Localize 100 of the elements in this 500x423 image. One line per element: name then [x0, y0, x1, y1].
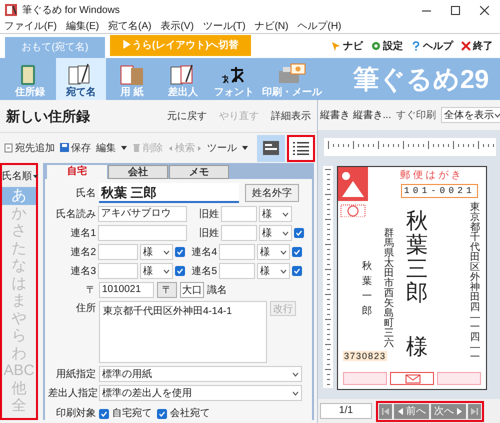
- document-icon: [4, 143, 13, 153]
- trash-icon: [132, 143, 141, 153]
- menu-item[interactable]: 表示(V): [160, 20, 194, 33]
- checkbox[interactable]: [157, 408, 167, 418]
- maximize-icon: [451, 6, 460, 14]
- print-button[interactable]: すぐ印刷: [396, 108, 436, 122]
- action-link[interactable]: 詳細表示: [271, 108, 311, 124]
- caret-icon: [282, 212, 289, 216]
- select-field[interactable]: 様: [259, 225, 292, 241]
- close-icon: [480, 6, 489, 14]
- checkbox[interactable]: [99, 408, 109, 418]
- input-field[interactable]: [219, 263, 255, 279]
- field-label: 住所: [75, 302, 96, 316]
- menu-item[interactable]: ヘルプ(H): [297, 20, 342, 33]
- layout-button[interactable]: 縦書き 縦書き...: [320, 108, 392, 122]
- menu-item[interactable]: ファイル(F): [4, 20, 57, 33]
- check-icon: [295, 229, 303, 237]
- address-textarea[interactable]: 東京都千代田区外神田4-14-1: [99, 301, 267, 363]
- select-field[interactable]: 様: [140, 244, 173, 260]
- check-icon: [293, 267, 301, 275]
- caret-icon: [292, 390, 299, 396]
- sender-postal-code: 3730823: [343, 351, 388, 361]
- sort-dropdown[interactable]: 氏名順: [2, 165, 36, 187]
- field-label: 差出人指定: [48, 386, 96, 400]
- check-icon: [176, 248, 184, 256]
- pattern-strip-drawing: [437, 372, 481, 385]
- menu-item[interactable]: ツール(T): [202, 20, 246, 33]
- caret-icon: [282, 230, 289, 236]
- recipient-address: 東京都千代田区外神田四―一四―一: [470, 203, 480, 363]
- gaiji-button[interactable]: 姓名外字: [245, 184, 299, 202]
- menu-item[interactable]: ナビ(N): [254, 20, 288, 33]
- input-field[interactable]: [98, 244, 138, 260]
- check-icon: [293, 248, 301, 256]
- toolbar-button[interactable]: 宛て名: [56, 58, 106, 100]
- first-page-icon: [382, 406, 389, 416]
- checkbox-label: 自宅宛て: [112, 406, 152, 421]
- input-field[interactable]: [221, 225, 257, 241]
- honorific: 様: [406, 335, 428, 359]
- form-tab[interactable]: 自宅: [47, 165, 107, 179]
- form-tab[interactable]: メモ: [169, 165, 229, 179]
- checkbox[interactable]: [175, 247, 185, 257]
- input-field[interactable]: [98, 225, 187, 241]
- select-field[interactable]: 様: [257, 263, 290, 279]
- field-label: 用紙指定: [55, 368, 96, 382]
- field-label: 連名2: [69, 246, 96, 260]
- checkbox[interactable]: [294, 228, 304, 238]
- form-tab[interactable]: 会社: [108, 165, 168, 179]
- select-field[interactable]: 標準の用紙: [99, 366, 302, 382]
- sender-name: 秋葉一郎: [362, 260, 372, 319]
- check-icon: [176, 267, 184, 275]
- input-field[interactable]: アキバサブロウ: [98, 206, 187, 222]
- input-field[interactable]: [98, 263, 138, 279]
- checkbox-label: 会社宛て: [170, 406, 210, 421]
- input-field[interactable]: [221, 206, 257, 222]
- printer-mail-icon: [277, 62, 307, 86]
- postal-lookup-button[interactable]: 〒: [157, 282, 177, 298]
- field-label: 氏名読み: [55, 208, 96, 222]
- caret-icon: [280, 268, 287, 274]
- select-field[interactable]: 全体を表示: [441, 107, 500, 123]
- toolbar-button[interactable]: ツール: [207, 140, 248, 156]
- check-icon: [158, 410, 166, 418]
- postcard-caption: 郵 便 は が き: [400, 171, 462, 181]
- field-label: 旧姓: [198, 226, 219, 240]
- input-field[interactable]: [219, 244, 255, 260]
- large-button[interactable]: 大口: [180, 282, 204, 298]
- checkbox[interactable]: [175, 266, 185, 276]
- checkbox[interactable]: [292, 247, 302, 257]
- left-arrow-icon: [168, 144, 173, 152]
- card-view-button[interactable]: [257, 134, 285, 162]
- envelope-stamp-drawing: [390, 372, 434, 385]
- select-field[interactable]: 様: [259, 206, 292, 222]
- toolbar-link[interactable]: ヘルプ: [411, 38, 453, 54]
- field-label: 連名1: [69, 226, 96, 240]
- checkbox[interactable]: [292, 266, 302, 276]
- menu-item[interactable]: 編集(E): [66, 20, 100, 33]
- postal-code: 101-0021: [401, 184, 478, 198]
- field-label: 連名5: [190, 264, 217, 278]
- help-icon: [411, 41, 421, 51]
- action-link[interactable]: 元に戻す: [167, 108, 207, 124]
- toolbar-link[interactable]: 設定: [371, 38, 403, 54]
- toolbar-button[interactable]: 編集: [96, 140, 127, 156]
- field-label: 識名: [207, 284, 227, 298]
- field-label: 連名3: [69, 264, 96, 278]
- field-label: 連名4: [190, 246, 217, 260]
- right-arrow-icon: [197, 144, 202, 152]
- select-field[interactable]: 様: [257, 244, 290, 260]
- toolbar-link[interactable]: ナビ: [331, 38, 363, 54]
- select-field[interactable]: 様: [140, 263, 173, 279]
- toolbar-button[interactable]: 宛先追加: [4, 140, 55, 156]
- toolbar-button[interactable]: 保存: [60, 140, 91, 156]
- toolbar-link[interactable]: 終了: [461, 38, 493, 54]
- list-view-button[interactable]: [287, 134, 315, 162]
- postal-code-field[interactable]: 1010021: [99, 282, 154, 298]
- app-logo: 筆ぐるめ29: [353, 62, 490, 96]
- menu-item[interactable]: 宛て名(A): [108, 20, 152, 33]
- cursor-icon: [331, 41, 341, 51]
- select-field[interactable]: 標準の差出人を使用: [99, 385, 302, 401]
- field-label: 旧姓: [198, 208, 219, 222]
- page-indicator: 1/1: [320, 403, 372, 419]
- name-field[interactable]: 秋葉 三郎: [99, 183, 239, 203]
